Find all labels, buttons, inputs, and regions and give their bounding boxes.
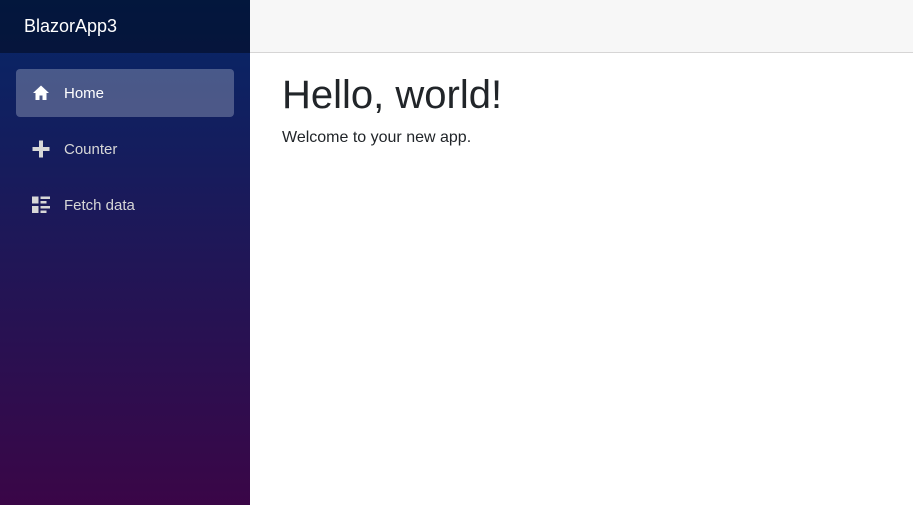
main-area: Hello, world! Welcome to your new app. — [250, 0, 913, 505]
sidebar-item-label: Home — [64, 84, 105, 102]
nav-menu: Home Counter Fetch data — [0, 53, 250, 229]
brand-bar: BlazorApp3 — [0, 0, 250, 53]
app-root: BlazorApp3 Home Counter Fetch data Hello… — [0, 0, 913, 505]
content: Hello, world! Welcome to your new app. — [250, 53, 913, 147]
list-icon — [32, 196, 50, 214]
plus-icon — [32, 140, 50, 158]
brand-link[interactable]: BlazorApp3 — [24, 16, 117, 37]
sidebar-item-fetch-data[interactable]: Fetch data — [16, 181, 234, 229]
top-row — [250, 0, 913, 53]
welcome-text: Welcome to your new app. — [282, 129, 472, 146]
sidebar-item-label: Counter — [64, 140, 118, 158]
sidebar: BlazorApp3 Home Counter Fetch data — [0, 0, 250, 505]
home-icon — [32, 84, 50, 102]
sidebar-item-home[interactable]: Home — [16, 69, 234, 117]
sidebar-item-label: Fetch data — [64, 196, 135, 214]
sidebar-item-counter[interactable]: Counter — [16, 125, 234, 173]
page-title: Hello, world! — [282, 73, 503, 117]
